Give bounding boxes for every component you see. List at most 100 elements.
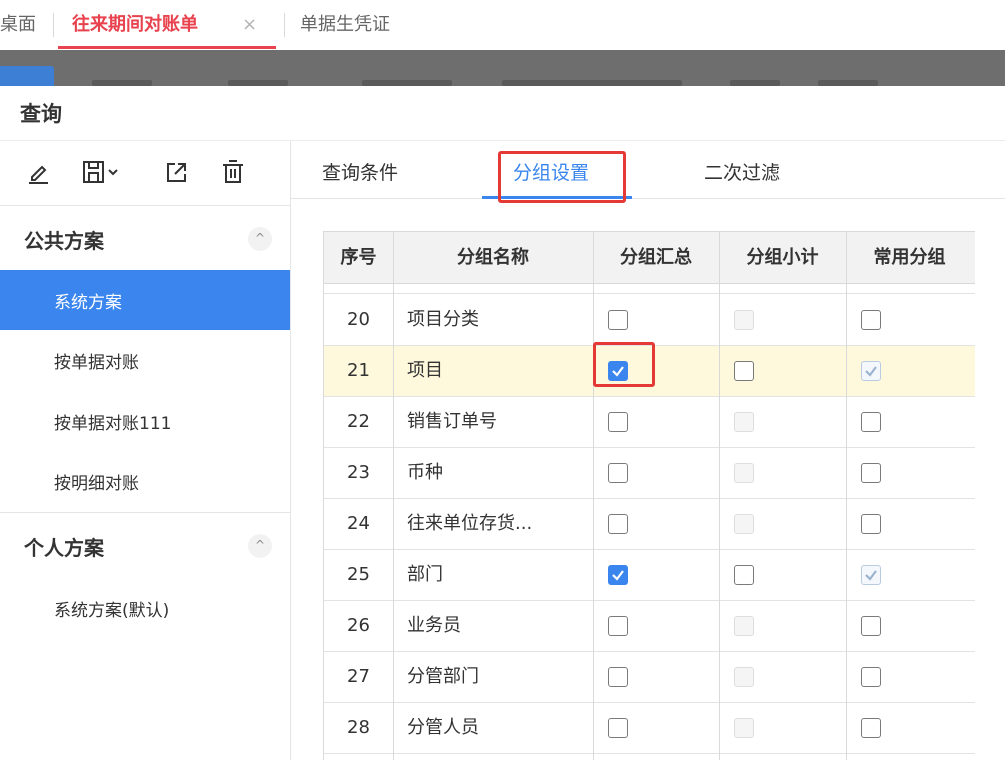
dialog-title: 查询 — [20, 102, 62, 126]
header-group-summary: 分组汇总 — [620, 247, 692, 268]
scheme-item-by-document-111[interactable]: 按单据对账111 — [0, 391, 290, 451]
scheme-item-label: 按单据对账111 — [54, 414, 172, 434]
common-checkbox — [861, 361, 881, 381]
row-group-name: 项目分类 — [407, 309, 479, 330]
tab-close-icon[interactable]: × — [242, 0, 257, 50]
subtotal-checkbox — [734, 514, 754, 534]
save-dropdown-icon[interactable] — [80, 157, 130, 187]
subtotal-checkbox[interactable] — [734, 565, 754, 585]
scheme-panel: 公共方案 ^ 系统方案 按单据对账 按单据对账111 按明细对账 个人方案 ^ … — [0, 141, 290, 760]
common-checkbox[interactable] — [861, 310, 881, 330]
background-toolbar — [0, 50, 1005, 86]
subtotal-checkbox — [734, 616, 754, 636]
scheme-item-system-default[interactable]: 系统方案(默认) — [0, 578, 290, 638]
table-partial-row — [324, 284, 975, 294]
summary-checkbox[interactable] — [608, 412, 628, 432]
scheme-item-by-detail[interactable]: 按明细对账 — [0, 451, 290, 511]
column-rule — [593, 231, 594, 760]
common-checkbox[interactable] — [861, 718, 881, 738]
row-index: 20 — [347, 309, 370, 330]
column-rule — [846, 231, 847, 760]
tab-secondary-filter[interactable]: 二次过滤 — [704, 158, 780, 185]
subtotal-checkbox — [734, 463, 754, 483]
sub-tab-divider — [290, 198, 1005, 199]
summary-checkbox[interactable] — [608, 514, 628, 534]
group-divider — [0, 512, 290, 513]
collapse-personal-icon[interactable]: ^ — [248, 534, 272, 558]
table-row[interactable]: 28 分管人员 — [324, 703, 975, 754]
subtotal-checkbox — [734, 718, 754, 738]
row-group-name: 分管人员 — [407, 717, 479, 738]
common-checkbox[interactable] — [861, 514, 881, 534]
row-group-name: 分管部门 — [407, 666, 479, 687]
row-index: 21 — [347, 360, 370, 381]
edit-icon[interactable] — [24, 157, 54, 187]
table-row[interactable]: 26 业务员 — [324, 601, 975, 652]
tab-query-conditions[interactable]: 查询条件 — [322, 158, 398, 185]
annotation-box — [498, 151, 626, 203]
subtotal-checkbox[interactable] — [734, 361, 754, 381]
row-group-name: 业务员 — [407, 615, 461, 636]
subtotal-checkbox — [734, 412, 754, 432]
row-group-name: 项目 — [407, 360, 443, 381]
row-index: 27 — [347, 666, 370, 687]
tab-separator — [284, 13, 285, 37]
table-row[interactable]: 22 销售订单号 — [324, 397, 975, 448]
tab-voucher[interactable]: 单据生凭证 — [300, 0, 390, 50]
table-row[interactable]: 23 币种 — [324, 448, 975, 499]
query-dialog: 查询 公共方案 ^ 系统方案 按单据对账 按单据对账111 按明细对账 个人方案… — [0, 86, 1005, 760]
public-schemes-header[interactable]: 公共方案 ^ — [0, 209, 290, 269]
personal-schemes-header[interactable]: 个人方案 ^ — [0, 516, 290, 576]
subtotal-checkbox — [734, 667, 754, 687]
table-header: 序号 分组名称 分组汇总 分组小计 常用分组 — [324, 231, 975, 284]
personal-schemes-title: 个人方案 — [24, 536, 104, 560]
scheme-toolbar — [0, 141, 290, 205]
row-index: 23 — [347, 462, 370, 483]
column-rule — [719, 231, 720, 760]
row-group-name: 往来单位存货... — [407, 513, 533, 534]
header-group-name: 分组名称 — [457, 247, 529, 268]
common-checkbox[interactable] — [861, 667, 881, 687]
common-checkbox[interactable] — [861, 463, 881, 483]
scheme-item-system[interactable]: 系统方案 — [0, 270, 290, 330]
header-common-group: 常用分组 — [873, 247, 946, 268]
summary-checkbox[interactable] — [608, 565, 628, 585]
document-tab-bar: 桌面 往来期间对账单 × 单据生凭证 — [0, 0, 1005, 50]
tab-separator — [53, 13, 54, 37]
common-checkbox — [861, 565, 881, 585]
table-row[interactable]: 27 分管部门 — [324, 652, 975, 703]
row-group-name: 部门 — [407, 564, 443, 585]
table-row[interactable]: 24 往来单位存货... — [324, 499, 975, 550]
tab-desktop[interactable]: 桌面 — [0, 0, 36, 50]
background-toolbar-button — [0, 66, 54, 86]
row-index: 26 — [347, 615, 370, 636]
summary-checkbox[interactable] — [608, 667, 628, 687]
annotation-box — [593, 342, 655, 387]
row-group-name: 币种 — [407, 462, 443, 483]
header-group-subtotal: 分组小计 — [746, 247, 819, 268]
scheme-item-label: 系统方案 — [54, 293, 122, 313]
row-index: 28 — [347, 717, 370, 738]
table-row[interactable]: 25 部门 — [324, 550, 975, 601]
panel-divider — [290, 141, 291, 760]
summary-checkbox[interactable] — [608, 718, 628, 738]
group-settings-table: 序号 分组名称 分组汇总 分组小计 常用分组 20 项目分类 21 项目 22 销售订单号… — [323, 231, 975, 760]
subtotal-checkbox — [734, 310, 754, 330]
scheme-item-label: 按明细对账 — [54, 474, 139, 494]
collapse-public-icon[interactable]: ^ — [248, 227, 272, 251]
row-index: 25 — [347, 564, 370, 585]
summary-checkbox[interactable] — [608, 310, 628, 330]
header-index: 序号 — [340, 247, 377, 268]
delete-icon[interactable] — [218, 157, 248, 187]
column-rule — [393, 231, 394, 760]
common-checkbox[interactable] — [861, 412, 881, 432]
tab-period-statement[interactable]: 往来期间对账单 — [72, 0, 198, 50]
scheme-item-by-document[interactable]: 按单据对账 — [0, 330, 290, 390]
common-checkbox[interactable] — [861, 616, 881, 636]
export-icon[interactable] — [162, 157, 192, 187]
scheme-item-label: 系统方案(默认) — [54, 601, 170, 621]
active-tab-indicator — [58, 46, 276, 49]
table-row[interactable]: 20 项目分类 — [324, 295, 975, 346]
summary-checkbox[interactable] — [608, 616, 628, 636]
summary-checkbox[interactable] — [608, 463, 628, 483]
